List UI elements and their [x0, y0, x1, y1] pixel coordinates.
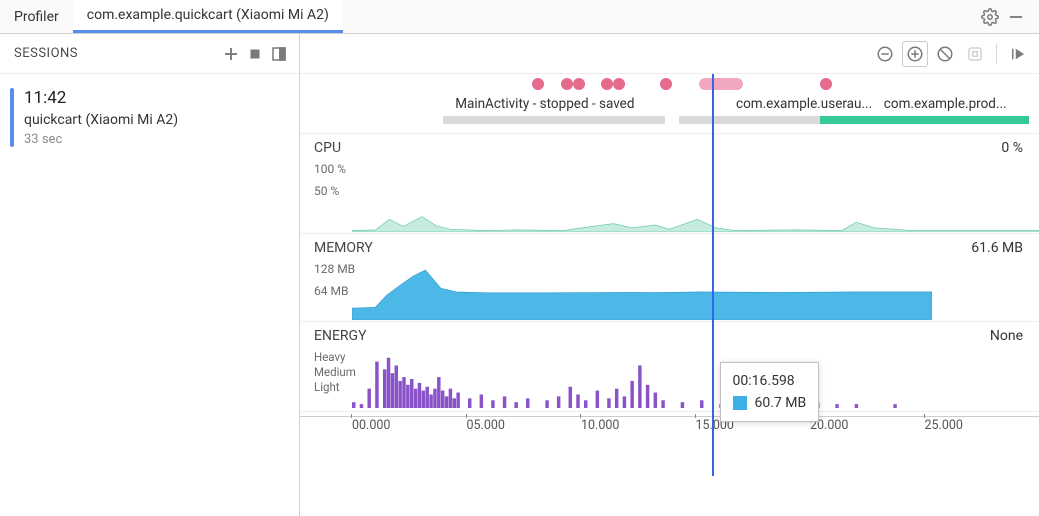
session-duration: 33 sec: [24, 132, 178, 147]
sessions-panel: SESSIONS 11:42 quickcart (Xiaomi Mi A2) …: [0, 34, 300, 516]
time-axis: 00.00005.00010.00015.00020.00025.000: [300, 412, 1039, 452]
tooltip-time: 00:16.598: [733, 373, 807, 389]
session-time: 11:42: [24, 88, 178, 108]
tooltip-val: 60.7 MB: [755, 395, 807, 411]
memory-title: MEMORY: [314, 240, 373, 256]
reset-zoom-icon[interactable]: [932, 41, 958, 67]
cpu-title: CPU: [314, 140, 341, 156]
cpu-lane[interactable]: CPU0 % 100 %50 %: [300, 134, 1039, 234]
activity-label: MainActivity - stopped - saved: [455, 96, 634, 112]
minimize-icon[interactable]: [1003, 4, 1029, 30]
tooltip: 00:16.598 60.7 MB: [720, 362, 820, 422]
activity-label: com.example.prod...: [884, 96, 1007, 112]
panel-layout-icon[interactable]: [267, 42, 291, 66]
session-row[interactable]: 11:42 quickcart (Xiaomi Mi A2) 33 sec: [0, 74, 299, 157]
cpu-value: 0 %: [1001, 140, 1023, 156]
memory-lane[interactable]: MEMORY61.6 MB 128 MB64 MB: [300, 234, 1039, 322]
energy-value: None: [990, 328, 1023, 344]
zoom-out-icon[interactable]: [872, 41, 898, 67]
tab-profiler[interactable]: Profiler: [0, 0, 73, 33]
stop-session-icon[interactable]: [243, 42, 267, 66]
zoom-in-icon[interactable]: [902, 41, 928, 67]
add-session-icon[interactable]: [219, 42, 243, 66]
memory-value: 61.6 MB: [971, 240, 1023, 256]
energy-lane[interactable]: ENERGYNone HeavyMediumLight: [300, 322, 1039, 412]
go-live-icon[interactable]: [1005, 41, 1031, 67]
session-name: quickcart (Xiaomi Mi A2): [24, 112, 178, 128]
sessions-title: SESSIONS: [14, 46, 78, 61]
tab-process[interactable]: com.example.quickcart (Xiaomi Mi A2): [73, 0, 343, 33]
zoom-selection-icon: [962, 41, 988, 67]
activity-lane[interactable]: MainActivity - stopped - saved com.examp…: [300, 74, 1039, 134]
settings-icon[interactable]: [977, 4, 1003, 30]
activity-label: com.example.userau...: [736, 96, 872, 112]
tooltip-swatch: [733, 396, 747, 410]
main-area: MainActivity - stopped - saved com.examp…: [300, 34, 1039, 516]
topbar: Profiler com.example.quickcart (Xiaomi M…: [0, 0, 1039, 34]
energy-title: ENERGY: [314, 328, 366, 344]
scrub-line[interactable]: [712, 74, 714, 476]
